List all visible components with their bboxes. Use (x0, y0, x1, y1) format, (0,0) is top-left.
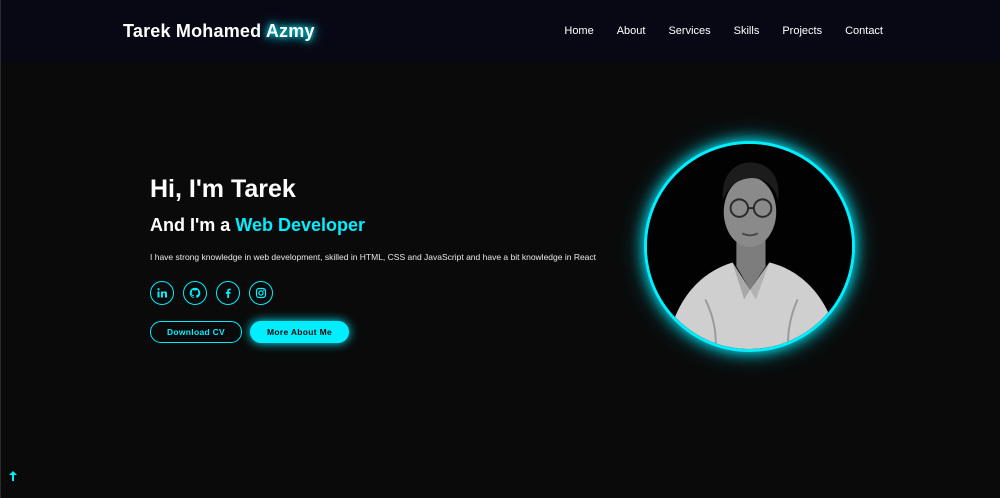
more-about-me-button[interactable]: More About Me (250, 321, 349, 343)
linkedin-link[interactable] (150, 281, 174, 305)
nav-projects[interactable]: Projects (782, 25, 822, 37)
github-icon (189, 287, 201, 299)
logo-accent: Azmy (265, 20, 315, 41)
profile-photo (644, 141, 855, 352)
linkedin-icon (157, 288, 167, 298)
nav-skills[interactable]: Skills (734, 25, 760, 37)
instagram-link[interactable] (249, 281, 273, 305)
hero-buttons: Download CV More About Me (150, 321, 610, 343)
hero-description: I have strong knowledge in web developme… (150, 252, 597, 262)
scroll-to-top-button[interactable] (8, 470, 18, 482)
nav-home[interactable]: Home (564, 25, 593, 37)
download-cv-button[interactable]: Download CV (150, 321, 242, 343)
hero-subtitle: And I'm a Web Developer (150, 214, 610, 236)
instagram-icon (255, 287, 267, 299)
nav-contact[interactable]: Contact (845, 25, 883, 37)
page: Tarek Mohamed Azmy Home About Services S… (0, 0, 1000, 498)
nav-services[interactable]: Services (668, 25, 710, 37)
facebook-link[interactable] (216, 281, 240, 305)
hero-subtitle-prefix: And I'm a (150, 215, 231, 235)
site-header: Tarek Mohamed Azmy Home About Services S… (1, 0, 1000, 62)
hero-title: Hi, I'm Tarek (150, 175, 296, 203)
facebook-icon (225, 288, 231, 298)
arrow-up-icon (9, 471, 17, 481)
hero-role: Web Developer (235, 215, 366, 235)
site-logo[interactable]: Tarek Mohamed Azmy (123, 21, 315, 42)
profile-portrait (647, 144, 852, 349)
social-links (150, 281, 610, 305)
hero-section: Hi, I'm Tarek And I'm a Web Developer I … (150, 175, 610, 343)
main-nav: Home About Services Skills Projects Cont… (564, 25, 883, 37)
logo-name: Tarek Mohamed (123, 20, 262, 41)
github-link[interactable] (183, 281, 207, 305)
nav-about[interactable]: About (617, 25, 646, 37)
